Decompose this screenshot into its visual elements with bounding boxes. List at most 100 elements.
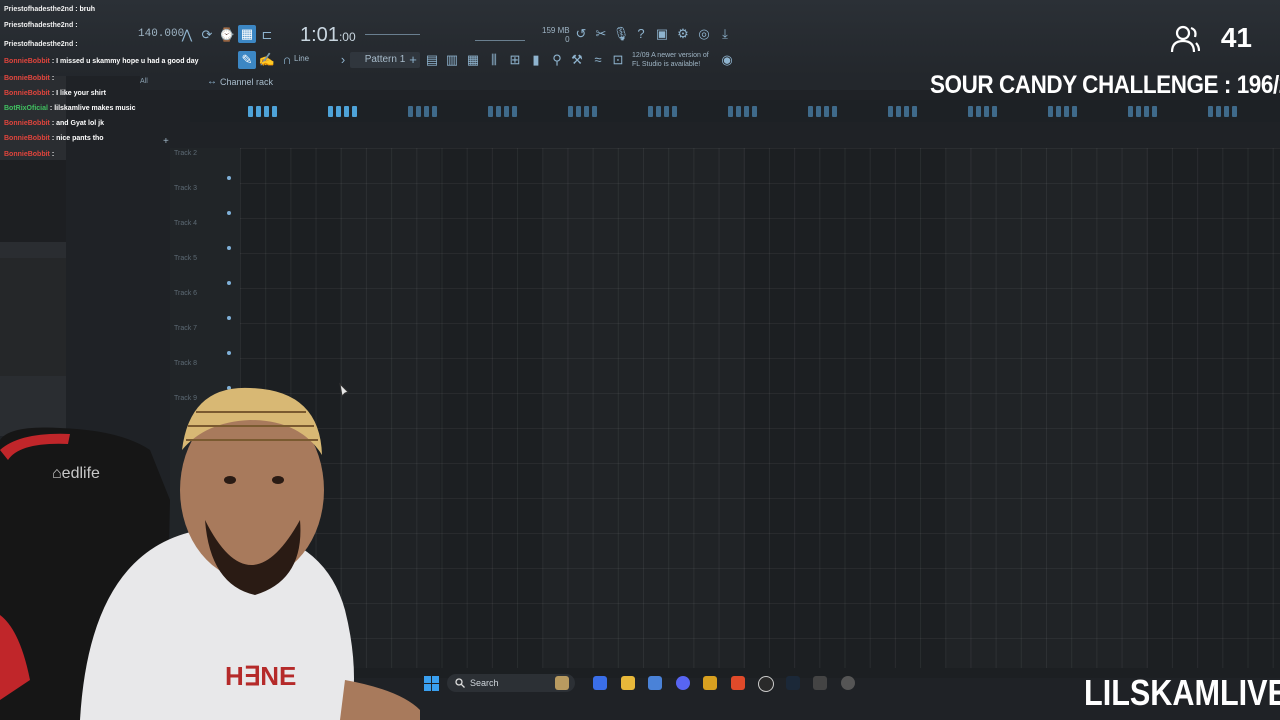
video-app-icon[interactable] <box>841 676 855 690</box>
playlist-icon[interactable]: ▤ <box>423 51 441 69</box>
chat-username[interactable]: BonnieBobbit <box>4 58 50 65</box>
track-label[interactable]: Track 2 <box>174 150 197 157</box>
wave-icon[interactable]: ≈ <box>589 51 607 69</box>
chat-username[interactable]: Priestofhadesthe2nd <box>4 22 73 29</box>
plugin-db-icon[interactable]: ▮ <box>527 51 545 69</box>
help-icon[interactable]: ? <box>632 25 650 43</box>
step-button[interactable] <box>496 106 501 117</box>
master-pitch-slider[interactable] <box>475 40 525 41</box>
news-panel[interactable]: 12/09 A newer version of FL Studio is ava… <box>632 51 709 69</box>
step-button[interactable] <box>1048 106 1053 117</box>
file-explorer-icon[interactable] <box>621 676 635 690</box>
chat-username[interactable]: BonnieBobbit <box>4 90 50 97</box>
step-button[interactable] <box>352 106 357 117</box>
step-button[interactable] <box>488 106 493 117</box>
app-icon[interactable] <box>813 676 827 690</box>
snap-selector[interactable]: Line <box>294 54 309 63</box>
step-button[interactable] <box>904 106 909 117</box>
step-button[interactable] <box>976 106 981 117</box>
step-button[interactable] <box>896 106 901 117</box>
cut-icon[interactable]: ✂ <box>592 25 610 43</box>
store-icon[interactable] <box>648 676 662 690</box>
chat-username[interactable]: BonnieBobbit <box>4 120 50 127</box>
step-button[interactable] <box>728 106 733 117</box>
step-button[interactable] <box>1208 106 1213 117</box>
step-button[interactable] <box>736 106 741 117</box>
track-label[interactable]: Track 4 <box>174 220 197 227</box>
download-icon[interactable]: ⤓ <box>716 25 734 43</box>
step-button[interactable] <box>824 106 829 117</box>
tools-icon[interactable]: ⚒ <box>568 51 586 69</box>
step-button[interactable] <box>752 106 757 117</box>
add-track-icon[interactable]: + <box>163 136 169 147</box>
master-volume-slider[interactable] <box>365 34 420 35</box>
step-button[interactable] <box>984 106 989 117</box>
brave-browser-icon[interactable] <box>731 676 745 690</box>
widgets-icon[interactable] <box>555 676 569 690</box>
step-button[interactable] <box>808 106 813 117</box>
step-button[interactable] <box>744 106 749 117</box>
step-button[interactable] <box>1128 106 1133 117</box>
chat-username[interactable]: Priestofhadesthe2nd <box>4 41 73 48</box>
step-button[interactable] <box>1232 106 1237 117</box>
step-button[interactable] <box>408 106 413 117</box>
step-button[interactable] <box>336 106 341 117</box>
step-button[interactable] <box>816 106 821 117</box>
step-button[interactable] <box>424 106 429 117</box>
pin-icon[interactable]: ⚲ <box>548 51 566 69</box>
channel-filter[interactable]: All <box>140 78 148 85</box>
undo-icon[interactable]: ↺ <box>572 25 590 43</box>
cart-icon[interactable]: ⊡ <box>609 51 627 69</box>
mixer-icon[interactable]: ⫼ <box>485 51 503 69</box>
step-button[interactable] <box>504 106 509 117</box>
paint-tool-icon[interactable]: ✍ <box>258 51 276 69</box>
channel-rack-icon[interactable]: ▦ <box>464 51 482 69</box>
fl-logo-icon[interactable]: ◉ <box>718 51 736 69</box>
step-button[interactable] <box>1064 106 1069 117</box>
rack-arrows-icon[interactable]: ↔ <box>203 73 221 91</box>
chat-username[interactable]: BonnieBobbit <box>4 75 50 82</box>
step-button[interactable] <box>264 106 269 117</box>
track-mute-dot[interactable] <box>227 316 231 320</box>
windows-start-icon[interactable] <box>424 676 439 691</box>
step-button[interactable] <box>1056 106 1061 117</box>
steam-icon[interactable] <box>786 676 800 690</box>
step-button[interactable] <box>344 106 349 117</box>
step-button[interactable] <box>888 106 893 117</box>
step-button[interactable] <box>576 106 581 117</box>
tempo-display[interactable]: 140.000 <box>138 28 184 40</box>
piano-roll-icon[interactable]: ▥ <box>443 51 461 69</box>
track-mute-dot[interactable] <box>227 246 231 250</box>
step-button[interactable] <box>1072 106 1077 117</box>
step-button[interactable] <box>992 106 997 117</box>
step-button[interactable] <box>248 106 253 117</box>
browser-icon[interactable]: ⊞ <box>506 51 524 69</box>
step-button[interactable] <box>832 106 837 117</box>
step-button[interactable] <box>912 106 917 117</box>
draw-tool-icon[interactable]: ✎ <box>238 51 256 69</box>
step-button[interactable] <box>568 106 573 117</box>
step-button[interactable] <box>1144 106 1149 117</box>
track-mute-dot[interactable] <box>227 281 231 285</box>
step-button[interactable] <box>648 106 653 117</box>
step-button[interactable] <box>672 106 677 117</box>
step-button[interactable] <box>1216 106 1221 117</box>
add-pattern-icon[interactable]: + <box>404 51 422 69</box>
step-button[interactable] <box>432 106 437 117</box>
track-mute-dot[interactable] <box>227 211 231 215</box>
chat-username[interactable]: BotRixOficial <box>4 105 48 112</box>
step-button[interactable] <box>1136 106 1141 117</box>
plugin-icon[interactable]: ⚙ <box>674 25 692 43</box>
track-label[interactable]: Track 7 <box>174 325 197 332</box>
track-label[interactable]: Track 6 <box>174 290 197 297</box>
chat-username[interactable]: BonnieBobbit <box>4 135 50 142</box>
step-button[interactable] <box>256 106 261 117</box>
loop-icon[interactable]: ⟳ <box>198 26 216 44</box>
wait-icon[interactable]: ⊏ <box>258 26 276 44</box>
track-label[interactable]: Track 8 <box>174 360 197 367</box>
step-button[interactable] <box>328 106 333 117</box>
step-button[interactable] <box>656 106 661 117</box>
track-label[interactable]: Track 3 <box>174 185 197 192</box>
track-label[interactable]: Track 5 <box>174 255 197 262</box>
microphone-icon[interactable]: 🎙 <box>612 25 630 43</box>
